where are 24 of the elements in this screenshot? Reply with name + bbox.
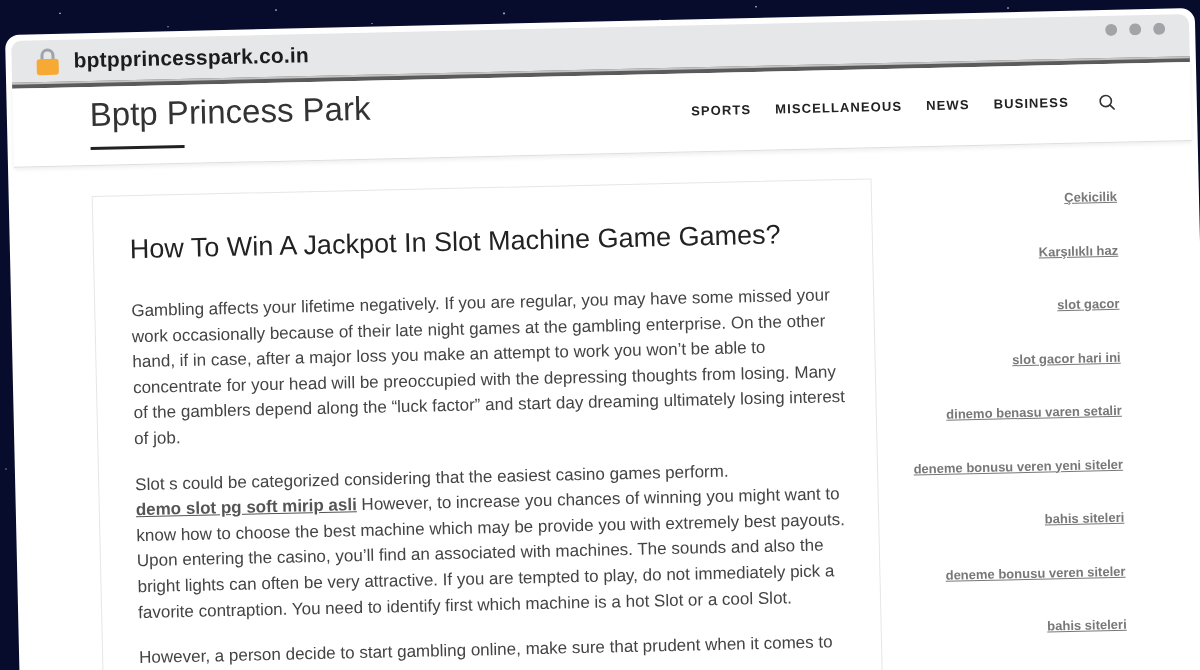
search-icon[interactable] — [1098, 93, 1115, 111]
article-paragraph: However, a person decide to start gambling online, make sure that prudent when it comes to — [138, 631, 834, 670]
article-paragraph: Slot s could be categorized considering that the easiest casino games perform. demo slot pg soft mirip asli However, to increase you chances of winning you might want to know how to choose the best machine which may be provide you with extremely best payouts. Upon entering the casino, you’ll find an associated with machines. The sounds and also the bright lights can often be very attractive. If you are tempted to play, do not immediately pick a favorite contraption. You need to identify first which machine is a hot Slot or a cool Slot. — [134, 460, 847, 624]
nav-link[interactable]: BUSINESS — [993, 94, 1069, 113]
window-control-icon[interactable] — [1105, 23, 1118, 37]
sidebar-link[interactable]: Karşılıklı haz — [1038, 242, 1119, 261]
sidebar-link[interactable]: bahis siteleri — [1044, 509, 1125, 528]
sidebar-link[interactable]: Çekicilik — [1064, 188, 1118, 206]
window-control-icon[interactable] — [1153, 22, 1166, 35]
url-text[interactable]: bptpprincesspark.co.in — [73, 43, 310, 73]
window-control-icon[interactable] — [1129, 23, 1142, 36]
article-link[interactable]: demo slot pg soft mirip asli — [135, 495, 357, 520]
sidebar-link[interactable]: deneme bonusu veren yeni siteler — [913, 456, 1124, 477]
site-title[interactable]: Bptp Princess Park — [89, 88, 371, 136]
sidebar-link[interactable]: bahis siteleri — [1047, 616, 1127, 635]
nav-link[interactable]: NEWS — [926, 97, 970, 115]
sidebar-link[interactable]: dinemo benasu varen setalir — [946, 402, 1122, 423]
sidebar-link[interactable]: deneme bonusu veren siteler — [945, 563, 1126, 584]
sidebar-link[interactable]: slot gacor — [1057, 295, 1120, 314]
nav-link[interactable]: MISCELLANEOUS — [775, 98, 903, 118]
sidebar-link[interactable]: slot gacor hari ini — [1012, 349, 1121, 368]
article-paragraph: Gambling affects your lifetime negatively. If you are regular, you may have some missed your work occasionally because of their late night games at the gambling enterprise. On the other hand, if in case, after a major loss you make an attempt to work you won’t be able to concentrate for your head will be preoccupied with the depressing thoughts from losing. Many of the gamblers depend along the “luck factor” and start day dreaming ultimately losing interest of job. — [131, 284, 847, 451]
article-title: How To Win A Jackpot In Slot Machine Game Games? — [129, 218, 782, 267]
nav-link[interactable]: SPORTS — [691, 102, 752, 120]
